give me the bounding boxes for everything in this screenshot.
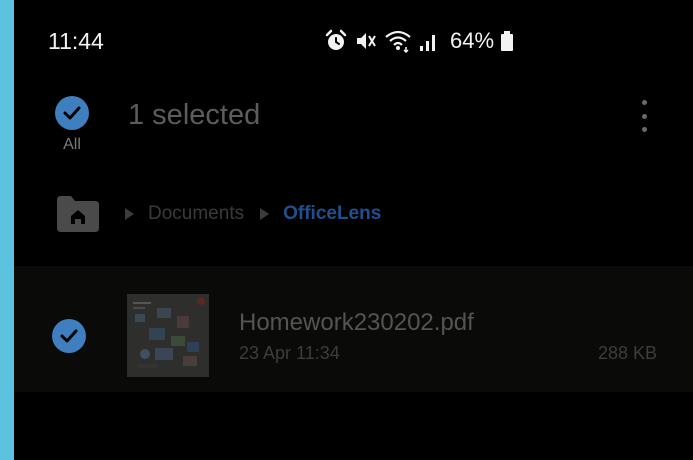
phone-screen: 11:44 64% All 1 selected Documents Offic…	[14, 0, 693, 460]
breadcrumb-item-officelens[interactable]: OfficeLens	[283, 203, 381, 225]
status-time: 11:44	[48, 28, 104, 54]
selection-count-title: 1 selected	[128, 99, 261, 131]
signal-icon	[418, 29, 440, 53]
breadcrumb-arrow-icon	[125, 208, 134, 220]
more-dot-icon	[641, 100, 647, 105]
breadcrumb-item-documents[interactable]: Documents	[148, 203, 244, 225]
mute-icon	[354, 29, 378, 53]
file-thumbnail	[127, 294, 209, 377]
home-button[interactable]	[55, 194, 101, 234]
file-name: Homework230202.pdf	[239, 309, 474, 336]
select-all-label: All	[63, 136, 81, 153]
select-all-toggle[interactable]: All	[52, 96, 92, 154]
file-size: 288 KB	[597, 343, 657, 363]
wifi-icon	[384, 29, 412, 53]
more-options-button[interactable]	[634, 98, 654, 134]
battery-icon	[500, 29, 514, 53]
file-date: 23 Apr 11:34	[239, 343, 340, 363]
home-folder-icon	[57, 196, 99, 232]
breadcrumb: Documents OfficeLens	[55, 194, 381, 234]
file-list-item[interactable]: Homework230202.pdf 23 Apr 11:34 288 KB	[14, 266, 693, 392]
breadcrumb-arrow-icon	[260, 208, 270, 220]
status-bar: 11:44 64%	[14, 0, 693, 80]
select-all-check-icon	[55, 96, 89, 130]
file-selected-check-icon[interactable]	[52, 319, 86, 353]
more-dot-icon	[641, 127, 647, 132]
status-icons: 64%	[324, 26, 514, 56]
battery-percent: 64%	[450, 28, 495, 53]
more-dot-icon	[641, 113, 647, 119]
alarm-icon	[324, 29, 348, 53]
